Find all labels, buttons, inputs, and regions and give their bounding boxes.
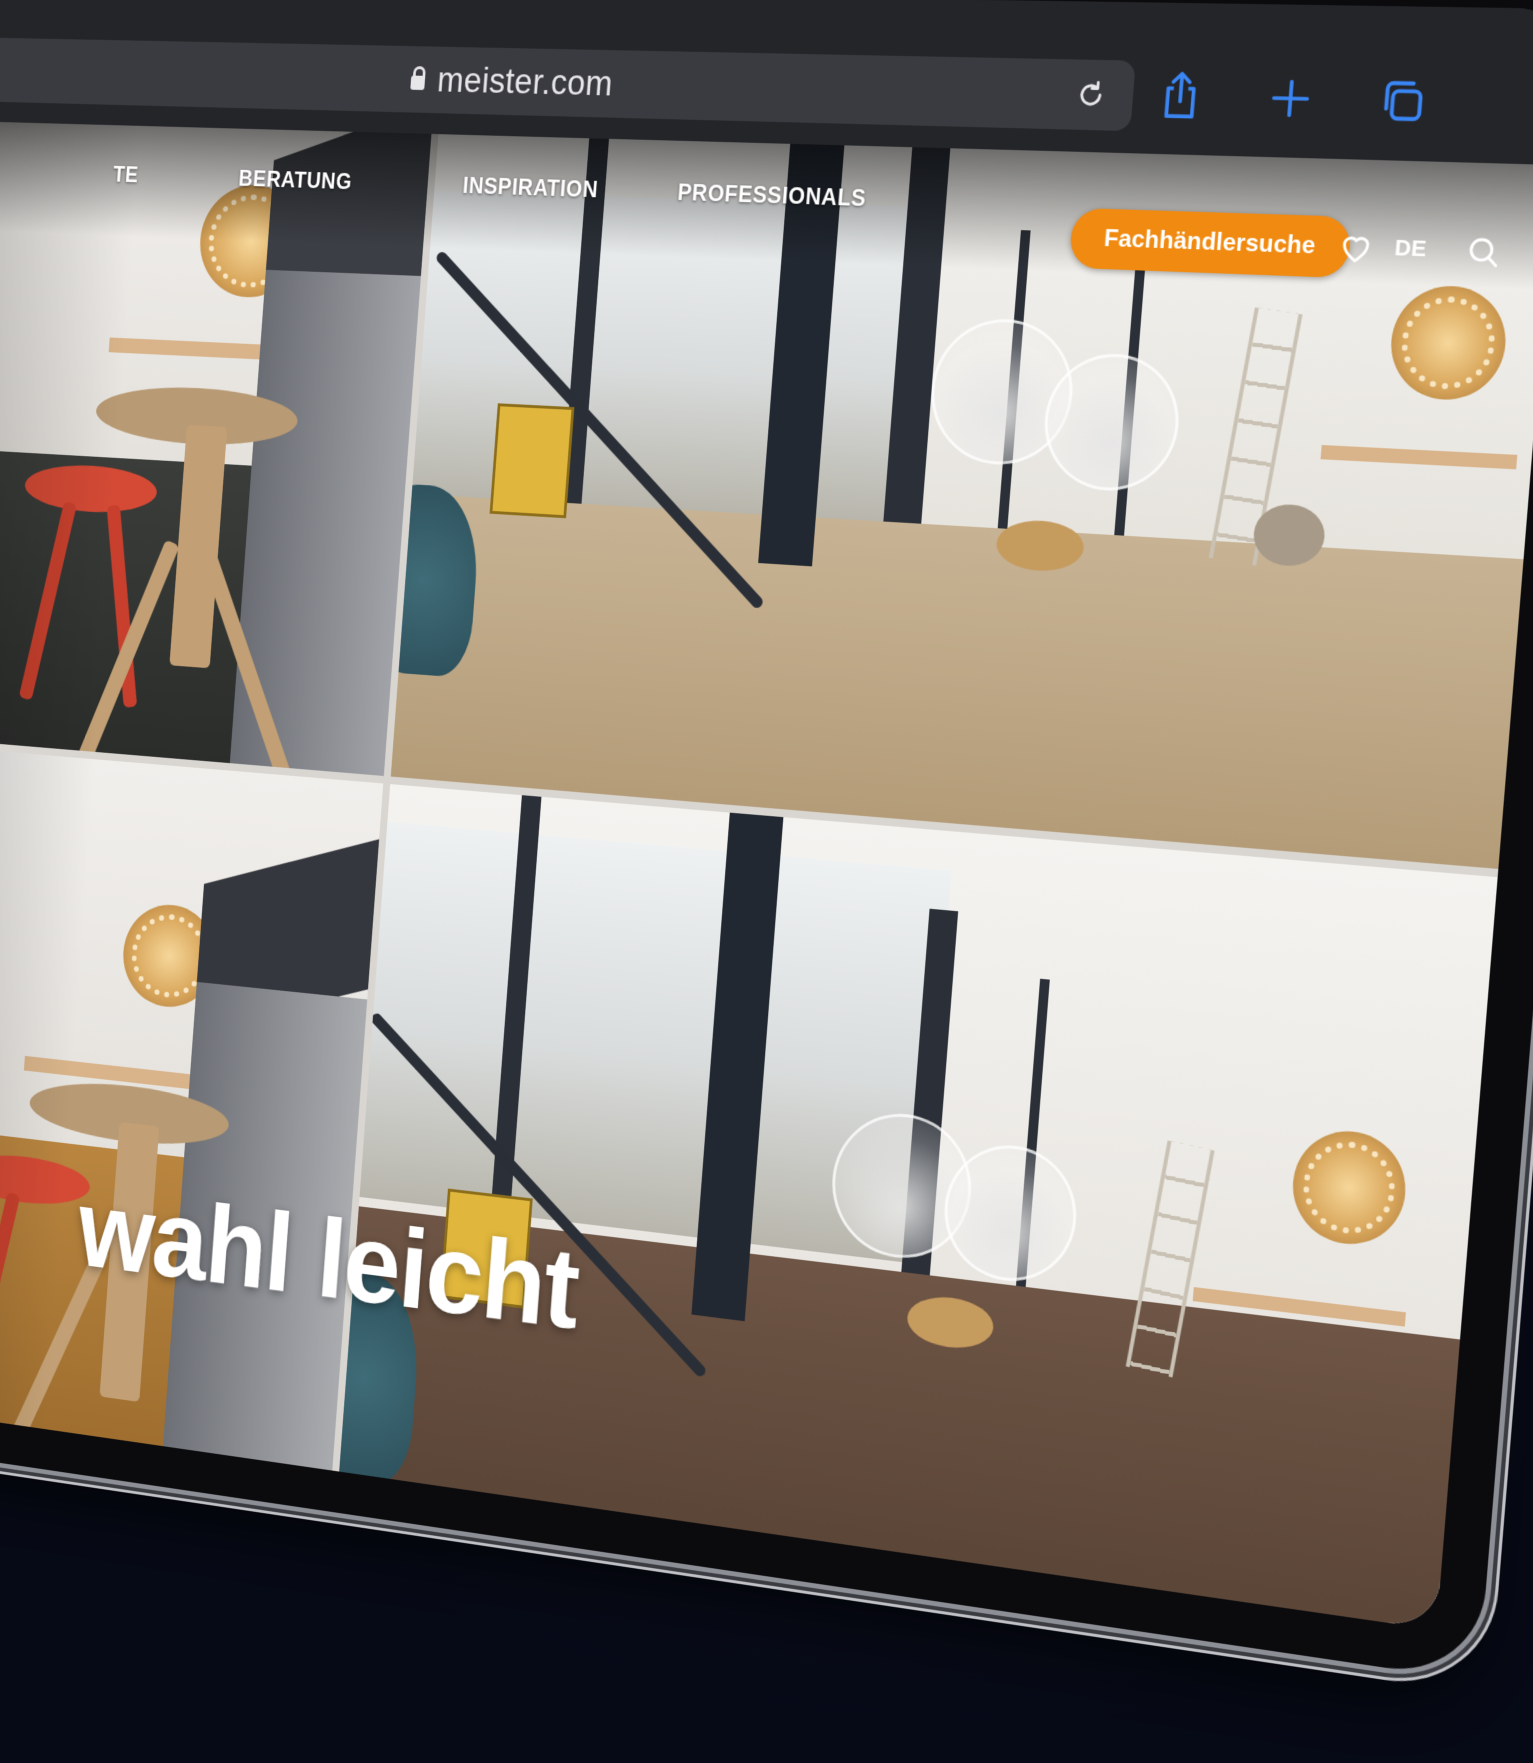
tablet-device: meister.com TE BERATUNG INSPIRATION PROF…	[0, 0, 1533, 1749]
nav-item-te[interactable]: TE	[112, 162, 139, 188]
nav-item-inspiration[interactable]: INSPIRATION	[462, 173, 599, 203]
dealer-search-button[interactable]: Fachhändlersuche	[1068, 207, 1353, 279]
url-display[interactable]: meister.com	[0, 37, 1136, 131]
new-tab-icon[interactable]	[1258, 67, 1323, 130]
tabs-icon[interactable]	[1369, 70, 1436, 133]
webpage: TE BERATUNG INSPIRATION PROFESSIONALS Fa…	[0, 117, 1533, 1630]
url-text: meister.com	[436, 59, 615, 104]
search-icon[interactable]	[1461, 231, 1506, 274]
nav-item-beratung[interactable]: BERATUNG	[238, 166, 353, 195]
image-tile-loft-dark-floor	[334, 784, 1504, 1630]
lock-icon	[410, 75, 426, 90]
language-switch[interactable]: DE	[1394, 235, 1427, 263]
reload-icon[interactable]	[1069, 73, 1113, 116]
image-tile-dining-oak-floor	[0, 735, 384, 1533]
heart-icon[interactable]	[1334, 227, 1378, 269]
nav-item-professionals[interactable]: PROFESSIONALS	[677, 180, 867, 212]
address-bar[interactable]: meister.com	[0, 36, 1136, 132]
background-scene: meister.com TE BERATUNG INSPIRATION PROF…	[0, 0, 1533, 1763]
tablet-screen: meister.com TE BERATUNG INSPIRATION PROF…	[0, 0, 1533, 1630]
share-icon[interactable]	[1148, 65, 1212, 127]
tablet-frame: meister.com TE BERATUNG INSPIRATION PROF…	[0, 0, 1533, 1682]
